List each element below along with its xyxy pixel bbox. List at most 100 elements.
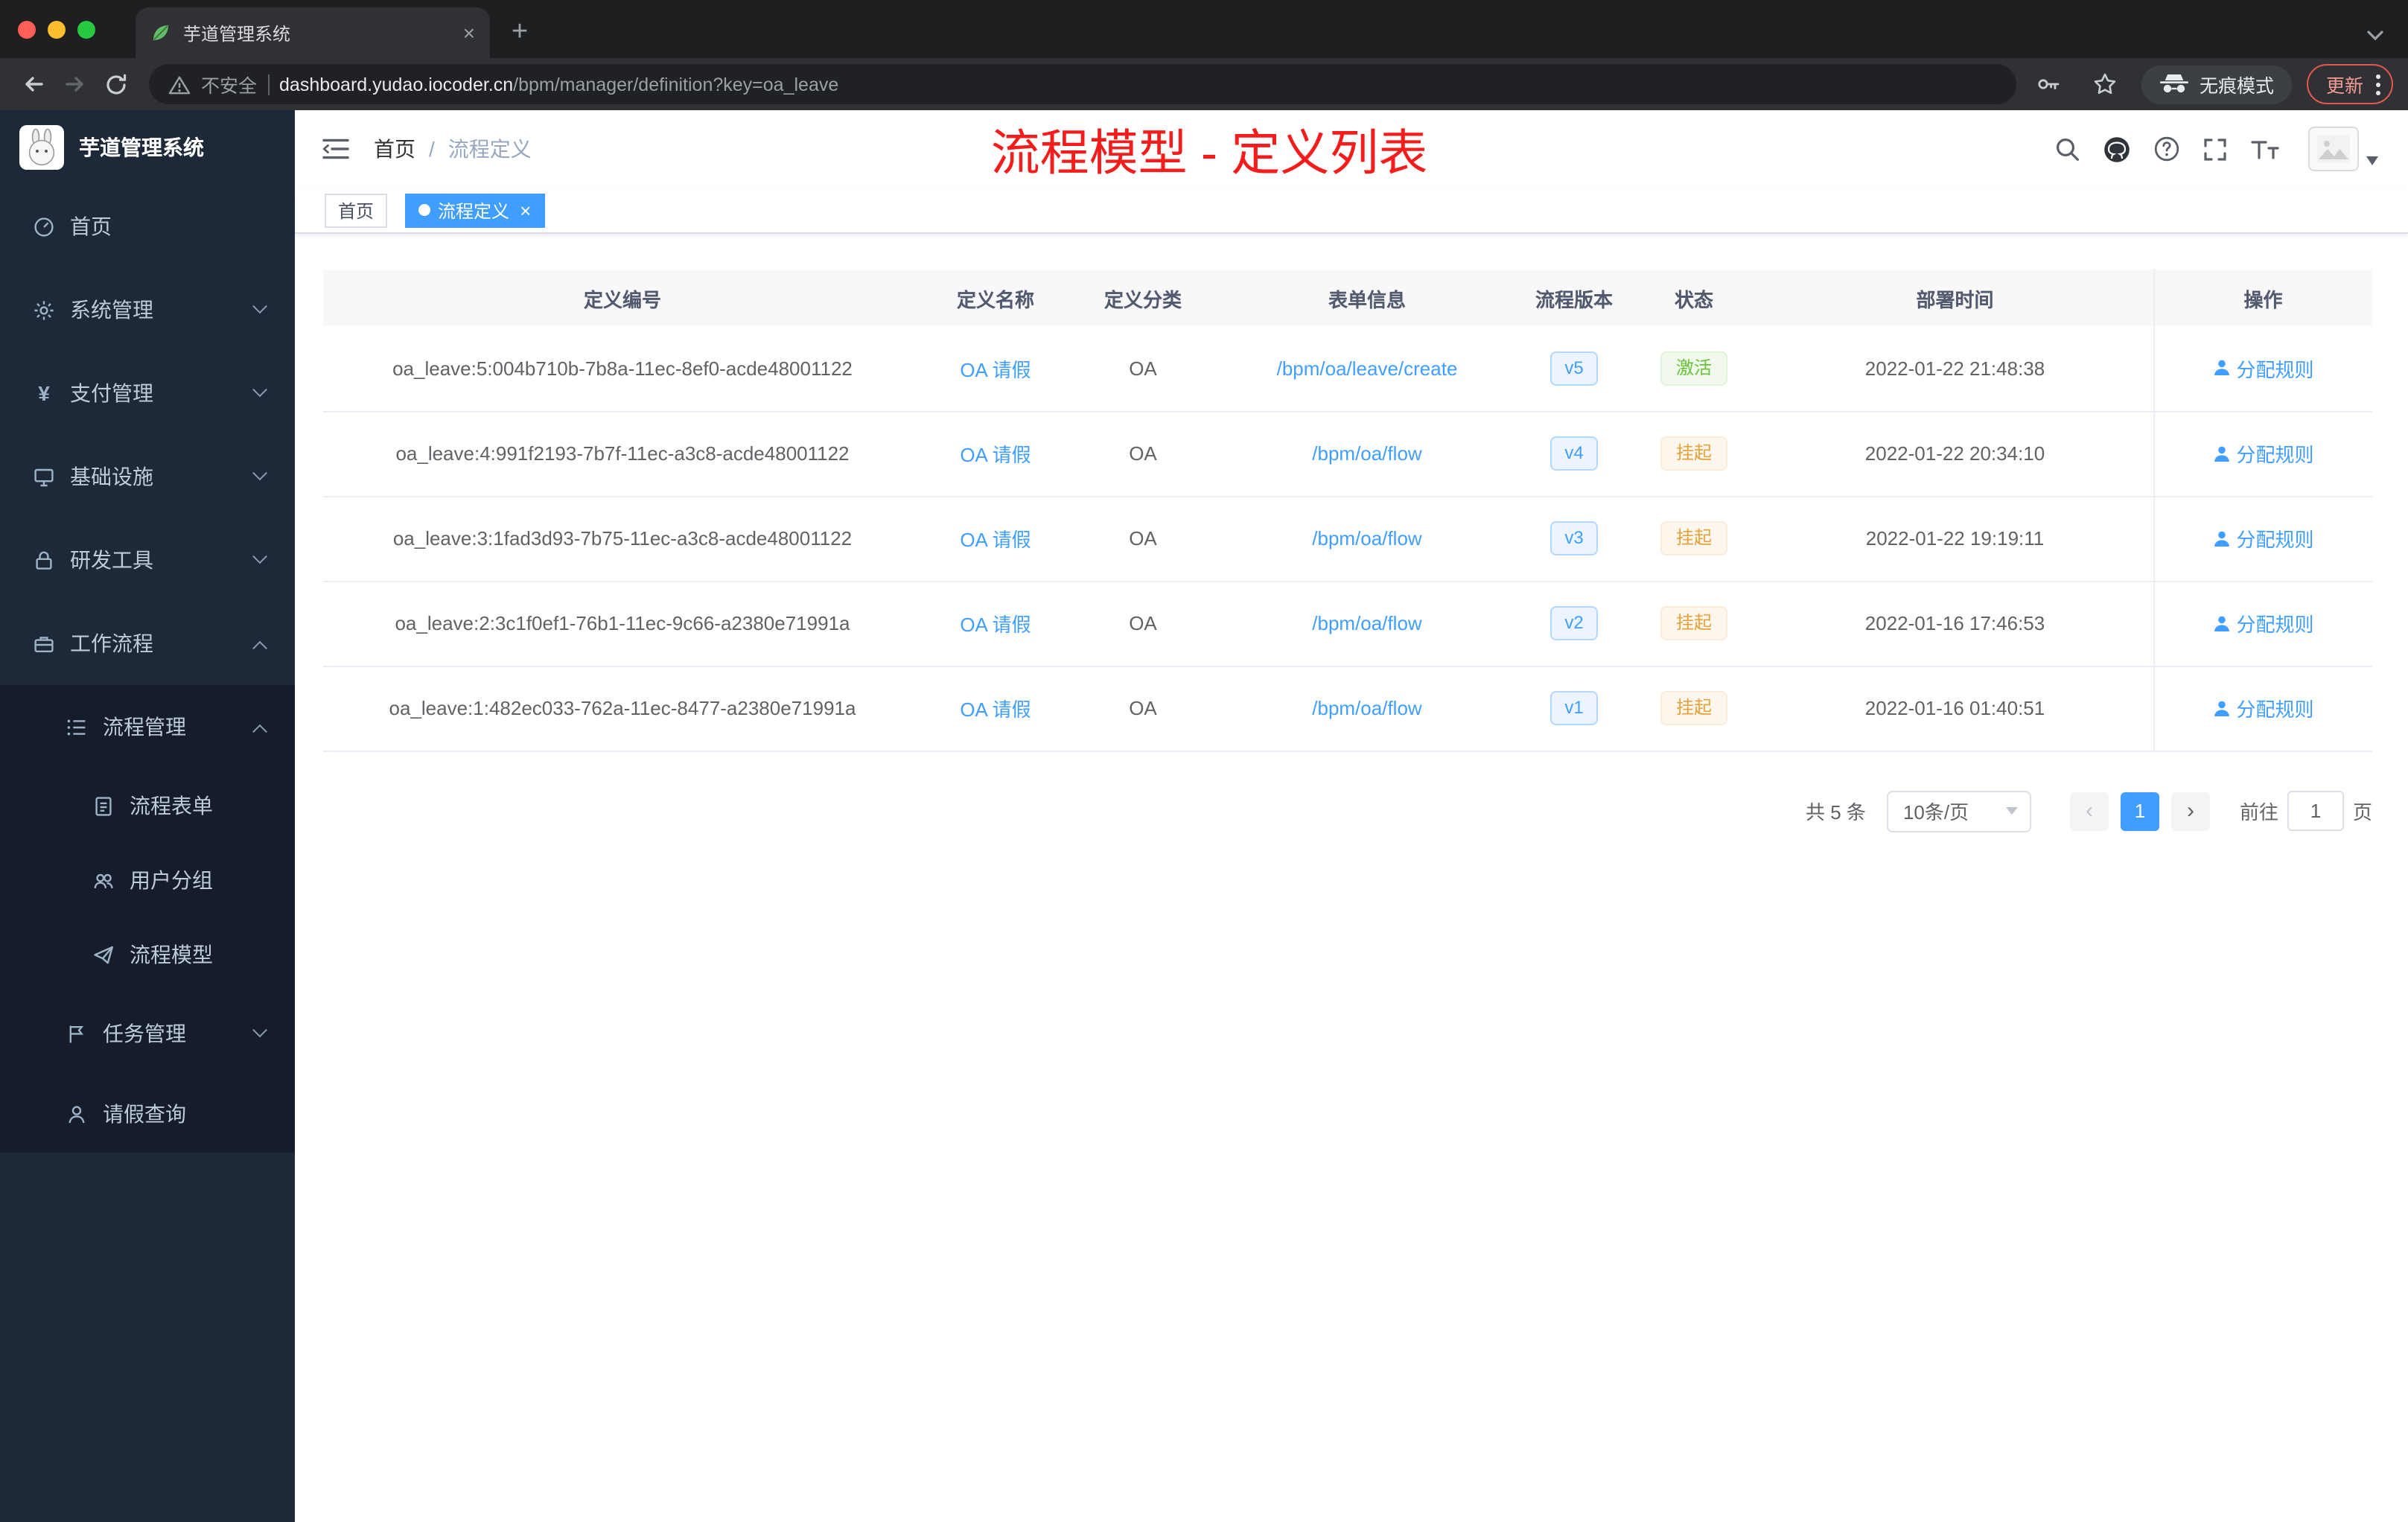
logo-rabbit-avatar — [19, 125, 64, 170]
status-badge: 挂起 — [1660, 606, 1727, 640]
person-icon — [69, 1105, 85, 1123]
definition-category: OA — [1069, 496, 1217, 582]
sidebar-item-label: 基础设施 — [70, 465, 153, 488]
new-tab-button[interactable]: + — [499, 12, 541, 54]
kebab-menu-icon[interactable] — [2375, 72, 2381, 96]
tag-home[interactable]: 首页 — [325, 193, 388, 227]
favicon-leaf-icon — [153, 25, 168, 40]
key-icon[interactable] — [2028, 63, 2070, 105]
form-info-link[interactable]: /bpm/oa/flow — [1312, 527, 1421, 550]
chevron-down-icon — [252, 548, 267, 564]
tag-close-icon[interactable]: × — [520, 200, 531, 220]
tab-close-icon[interactable]: × — [463, 22, 475, 43]
tab-search-caret-icon[interactable] — [2366, 22, 2384, 49]
sidebar-item-task-management[interactable]: 任务管理 — [0, 992, 295, 1075]
sidebar-item-payment[interactable]: ¥ 支付管理 — [0, 351, 295, 435]
forward-icon[interactable] — [54, 63, 95, 105]
maximize-window-button[interactable] — [77, 20, 95, 38]
paper-plane-icon — [94, 945, 113, 964]
search-icon[interactable] — [2055, 136, 2080, 162]
prev-page-button[interactable]: ‹ — [2069, 792, 2109, 830]
sidebar-item-process-management[interactable]: 流程管理 — [0, 685, 295, 768]
assign-rule-button[interactable]: 分配规则 — [2212, 609, 2314, 637]
workflow-briefcase-icon — [34, 636, 54, 652]
definition-name-link[interactable]: OA 请假 — [960, 444, 1031, 466]
column-header-version: 流程版本 — [1517, 270, 1631, 326]
close-window-button[interactable] — [18, 20, 36, 38]
tag-process-definition[interactable]: 流程定义 × — [405, 193, 545, 227]
not-secure-warning-icon — [168, 75, 191, 94]
deploy-time: 2022-01-16 17:46:53 — [1757, 581, 2153, 666]
table-header-row: 定义编号 定义名称 定义分类 表单信息 流程版本 状态 部署时间 操作 — [323, 270, 2372, 326]
definition-id: oa_leave:3:1fad3d93-7b75-11ec-a3c8-acde4… — [323, 496, 922, 582]
user-avatar-wrap[interactable] — [2308, 127, 2378, 171]
user-group-icon — [94, 873, 113, 888]
browser-update-chip[interactable]: 更新 — [2306, 64, 2393, 104]
sidebar-fold-icon[interactable] — [322, 137, 350, 161]
browser-tab[interactable]: 芋道管理系统 × — [136, 7, 490, 58]
incognito-icon — [2159, 74, 2188, 93]
minimize-window-button[interactable] — [48, 20, 66, 38]
goto-page-input[interactable] — [2287, 791, 2344, 831]
form-info-link[interactable]: /bpm/oa/flow — [1312, 442, 1421, 465]
deploy-time: 2022-01-22 20:34:10 — [1757, 411, 2153, 497]
table-row: oa_leave:4:991f2193-7b7f-11ec-a3c8-acde4… — [323, 411, 2372, 497]
task-flag-icon — [69, 1025, 84, 1042]
status-badge: 挂起 — [1660, 436, 1727, 471]
form-info-link[interactable]: /bpm/oa/leave/create — [1277, 357, 1458, 380]
prev-arrow-icon: ‹ — [2085, 798, 2093, 824]
definition-name-link[interactable]: OA 请假 — [960, 614, 1031, 636]
reload-icon[interactable] — [95, 63, 137, 105]
page-number-button[interactable]: 1 — [2120, 792, 2159, 830]
browser-tab-strip: 芋道管理系统 × + — [0, 0, 2408, 58]
dashboard-icon — [34, 217, 54, 236]
devtools-lock-icon — [36, 550, 52, 569]
header-actions — [2055, 127, 2378, 171]
form-info-link[interactable]: /bpm/oa/flow — [1312, 697, 1421, 719]
definition-name-link[interactable]: OA 请假 — [960, 698, 1031, 721]
avatar[interactable] — [2308, 127, 2359, 171]
sidebar-item-process-model[interactable]: 流程模型 — [0, 917, 295, 992]
sidebar-item-infrastructure[interactable]: 基础设施 — [0, 435, 295, 518]
sidebar-item-user-group[interactable]: 用户分组 — [0, 843, 295, 917]
next-page-button[interactable]: › — [2170, 792, 2210, 830]
status-badge: 激活 — [1660, 351, 1727, 386]
tab-title: 芋道管理系统 — [183, 23, 291, 44]
sidebar-menu: 首页 系统管理 ¥ 支付管理 基础设施 研发工具 工作流程 流程管理 流程表单 … — [0, 185, 295, 1153]
breadcrumb-home[interactable]: 首页 — [374, 134, 415, 164]
url-text: dashboard.yudao.iocoder.cn/bpm/manager/d… — [279, 74, 838, 95]
definition-category: OA — [1069, 581, 1217, 666]
page-size-select[interactable]: 10条/页 — [1886, 790, 2031, 832]
gear-icon — [34, 300, 54, 319]
version-badge: v1 — [1549, 691, 1599, 725]
app-logo-row: 芋道管理系统 — [0, 110, 295, 185]
definition-name-link[interactable]: OA 请假 — [960, 359, 1031, 381]
github-icon[interactable] — [2103, 135, 2131, 163]
assign-rule-button[interactable]: 分配规则 — [2212, 694, 2314, 722]
sidebar-item-leave-query[interactable]: 请假查询 — [0, 1075, 295, 1153]
tags-view: 首页 流程定义 × — [295, 188, 2408, 234]
help-question-icon[interactable] — [2153, 136, 2180, 162]
sidebar-item-devtools[interactable]: 研发工具 — [0, 518, 295, 602]
assign-rule-label: 分配规则 — [2236, 529, 2314, 551]
workflow-submenu: 流程管理 流程表单 用户分组 流程模型 任务管理 请假查询 — [0, 685, 295, 1153]
assign-rule-button[interactable]: 分配规则 — [2212, 354, 2314, 383]
person-icon — [2214, 445, 2229, 461]
form-info-link[interactable]: /bpm/oa/flow — [1312, 612, 1421, 634]
assign-rule-button[interactable]: 分配规则 — [2212, 439, 2314, 468]
person-icon — [2214, 360, 2229, 376]
sidebar-item-process-form[interactable]: 流程表单 — [0, 768, 295, 843]
font-size-icon[interactable] — [2250, 137, 2280, 161]
back-icon[interactable] — [12, 63, 54, 105]
bookmark-star-icon[interactable] — [2085, 63, 2127, 105]
sidebar-item-workflow[interactable]: 工作流程 — [0, 602, 295, 685]
tag-label: 首页 — [338, 200, 375, 221]
fullscreen-icon[interactable] — [2202, 136, 2228, 162]
sidebar-item-system[interactable]: 系统管理 — [0, 268, 295, 351]
address-bar[interactable]: 不安全 dashboard.yudao.iocoder.cn/bpm/manag… — [149, 64, 2016, 104]
sidebar-item-home[interactable]: 首页 — [0, 185, 295, 268]
definition-name-link[interactable]: OA 请假 — [960, 529, 1031, 551]
person-icon — [2214, 700, 2229, 716]
browser-toolbar: 不安全 dashboard.yudao.iocoder.cn/bpm/manag… — [0, 58, 2408, 110]
assign-rule-button[interactable]: 分配规则 — [2212, 524, 2314, 553]
